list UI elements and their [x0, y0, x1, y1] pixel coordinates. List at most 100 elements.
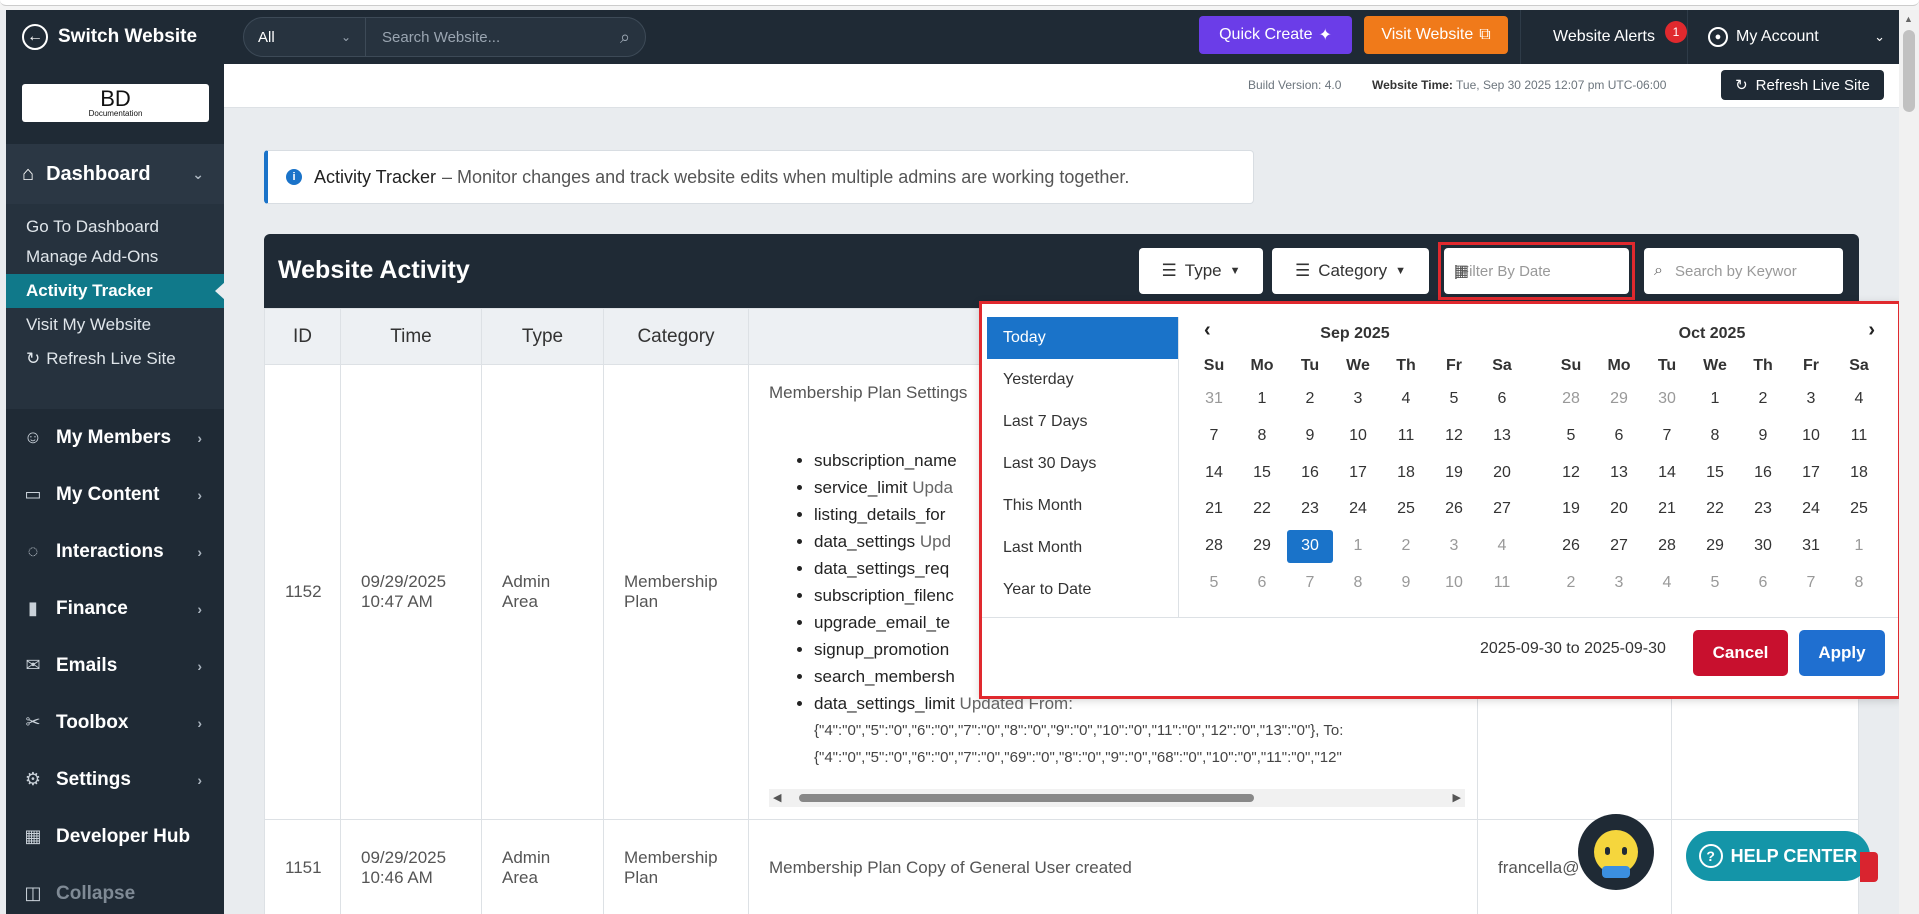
calendar-day[interactable]: 4: [1478, 528, 1526, 565]
sidebar-item-developer-hub[interactable]: ▦ Developer Hub: [6, 808, 224, 865]
column-header-category[interactable]: Category: [603, 308, 749, 365]
sidebar-item-finance[interactable]: ▮ Finance ›: [6, 580, 224, 637]
calendar-day[interactable]: 27: [1478, 491, 1526, 528]
sidebar-item-interactions[interactable]: ◌ Interactions ›: [6, 523, 224, 580]
horizontal-scrollbar[interactable]: ◀ ▶: [769, 789, 1465, 807]
sidebar-item-emails[interactable]: ✉ Emails ›: [6, 637, 224, 694]
refresh-live-site-button[interactable]: ↻ Refresh Live Site: [1721, 70, 1884, 100]
calendar-day[interactable]: 18: [1835, 454, 1883, 491]
calendar-day[interactable]: 3: [1787, 381, 1835, 418]
calendar-day[interactable]: 11: [1478, 564, 1526, 601]
calendar-day[interactable]: 29: [1595, 381, 1643, 418]
calendar-day[interactable]: 11: [1835, 418, 1883, 455]
calendar-day[interactable]: 16: [1286, 454, 1334, 491]
switch-website-button[interactable]: ← Switch Website: [6, 10, 230, 64]
calendar-day-selected[interactable]: 30: [1286, 528, 1334, 565]
calendar-day[interactable]: 7: [1190, 418, 1238, 455]
calendar-day[interactable]: 1: [1334, 528, 1382, 565]
calendar-day[interactable]: 7: [1286, 564, 1334, 601]
calendar-day[interactable]: 10: [1787, 418, 1835, 455]
calendar-day[interactable]: 21: [1643, 491, 1691, 528]
calendar-day[interactable]: 27: [1595, 528, 1643, 565]
sidebar-collapse-button[interactable]: ◫ Collapse: [6, 865, 224, 914]
calendar-day[interactable]: 18: [1382, 454, 1430, 491]
scroll-up-icon[interactable]: ▲: [1904, 14, 1913, 24]
calendar-day[interactable]: 26: [1547, 528, 1595, 565]
calendar-day[interactable]: 29: [1691, 528, 1739, 565]
range-year-to-date[interactable]: Year to Date: [987, 569, 1178, 611]
sidebar-item-go-to-dashboard[interactable]: Go To Dashboard: [6, 210, 224, 244]
calendar-day[interactable]: 16: [1739, 454, 1787, 491]
calendar-day[interactable]: 29: [1238, 528, 1286, 565]
calendar-day[interactable]: 5: [1190, 564, 1238, 601]
next-month-icon[interactable]: ›: [1868, 319, 1875, 342]
calendar-day[interactable]: 5: [1691, 564, 1739, 601]
range-this-month[interactable]: This Month: [987, 485, 1178, 527]
calendar-day[interactable]: 6: [1595, 418, 1643, 455]
calendar-day[interactable]: 21: [1190, 491, 1238, 528]
calendar-day[interactable]: 22: [1691, 491, 1739, 528]
calendar-day[interactable]: 20: [1595, 491, 1643, 528]
calendar-day[interactable]: 31: [1190, 381, 1238, 418]
type-filter-button[interactable]: ☰ Type ▼: [1139, 248, 1263, 294]
range-yesterday[interactable]: Yesterday: [987, 359, 1178, 401]
calendar-day[interactable]: 14: [1190, 454, 1238, 491]
sidebar-item-refresh-live-site[interactable]: ↻ Refresh Live Site: [6, 342, 224, 376]
sidebar-item-my-content[interactable]: ▭ My Content ›: [6, 466, 224, 523]
calendar-day[interactable]: 30: [1739, 528, 1787, 565]
sidebar-item-dashboard[interactable]: ⌂ Dashboard ⌄: [6, 144, 224, 204]
calendar-day[interactable]: 12: [1547, 454, 1595, 491]
calendar-day[interactable]: 9: [1382, 564, 1430, 601]
my-account-button[interactable]: ● My Account ⌄: [1708, 10, 1893, 64]
range-last-month[interactable]: Last Month: [987, 527, 1178, 569]
calendar-day[interactable]: 28: [1547, 381, 1595, 418]
calendar-day[interactable]: 19: [1547, 491, 1595, 528]
calendar-day[interactable]: 19: [1430, 454, 1478, 491]
calendar-day[interactable]: 2: [1739, 381, 1787, 418]
cancel-button[interactable]: Cancel: [1693, 630, 1788, 676]
calendar-day[interactable]: 7: [1643, 418, 1691, 455]
keyword-search-input[interactable]: ⌕ Search by Keywor: [1644, 248, 1843, 294]
range-last-30-days[interactable]: Last 30 Days: [987, 443, 1178, 485]
column-header-type[interactable]: Type: [481, 308, 604, 365]
scrollbar-thumb[interactable]: [1903, 30, 1915, 112]
calendar-day[interactable]: 11: [1382, 418, 1430, 455]
sidebar-item-visit-my-website[interactable]: Visit My Website: [6, 308, 224, 342]
calendar-day[interactable]: 2: [1382, 528, 1430, 565]
calendar-day[interactable]: 30: [1643, 381, 1691, 418]
calendar-day[interactable]: 5: [1430, 381, 1478, 418]
calendar-day[interactable]: 9: [1286, 418, 1334, 455]
calendar-day[interactable]: 10: [1334, 418, 1382, 455]
chatbot-avatar[interactable]: [1578, 814, 1654, 890]
quick-create-button[interactable]: Quick Create ✦: [1199, 16, 1352, 54]
prev-month-icon[interactable]: ‹: [1204, 319, 1211, 342]
search-input[interactable]: [366, 18, 605, 56]
calendar-day[interactable]: 23: [1286, 491, 1334, 528]
calendar-day[interactable]: 28: [1190, 528, 1238, 565]
calendar-day[interactable]: 3: [1334, 381, 1382, 418]
calendar-day[interactable]: 26: [1430, 491, 1478, 528]
calendar-day[interactable]: 15: [1238, 454, 1286, 491]
calendar-day[interactable]: 6: [1238, 564, 1286, 601]
calendar-day[interactable]: 28: [1643, 528, 1691, 565]
calendar-day[interactable]: 4: [1643, 564, 1691, 601]
calendar-day[interactable]: 9: [1739, 418, 1787, 455]
search-scope-select[interactable]: All ⌄: [244, 18, 366, 56]
sidebar-item-my-members[interactable]: ☺ My Members ›: [6, 409, 224, 466]
calendar-day[interactable]: 13: [1595, 454, 1643, 491]
calendar-day[interactable]: 1: [1238, 381, 1286, 418]
calendar-day[interactable]: 17: [1334, 454, 1382, 491]
visit-website-button[interactable]: Visit Website ⧉: [1364, 16, 1508, 54]
calendar-day[interactable]: 4: [1835, 381, 1883, 418]
calendar-day[interactable]: 20: [1478, 454, 1526, 491]
calendar-day[interactable]: 2: [1547, 564, 1595, 601]
calendar-day[interactable]: 8: [1835, 564, 1883, 601]
sidebar-item-settings[interactable]: ⚙ Settings ›: [6, 751, 224, 808]
calendar-day[interactable]: 22: [1238, 491, 1286, 528]
calendar-day[interactable]: 24: [1787, 491, 1835, 528]
site-logo[interactable]: BD Documentation: [22, 84, 209, 122]
calendar-day[interactable]: 1: [1691, 381, 1739, 418]
column-header-id[interactable]: ID: [264, 308, 341, 365]
column-header-time[interactable]: Time: [340, 308, 482, 365]
category-filter-button[interactable]: ☰ Category ▼: [1272, 248, 1429, 294]
